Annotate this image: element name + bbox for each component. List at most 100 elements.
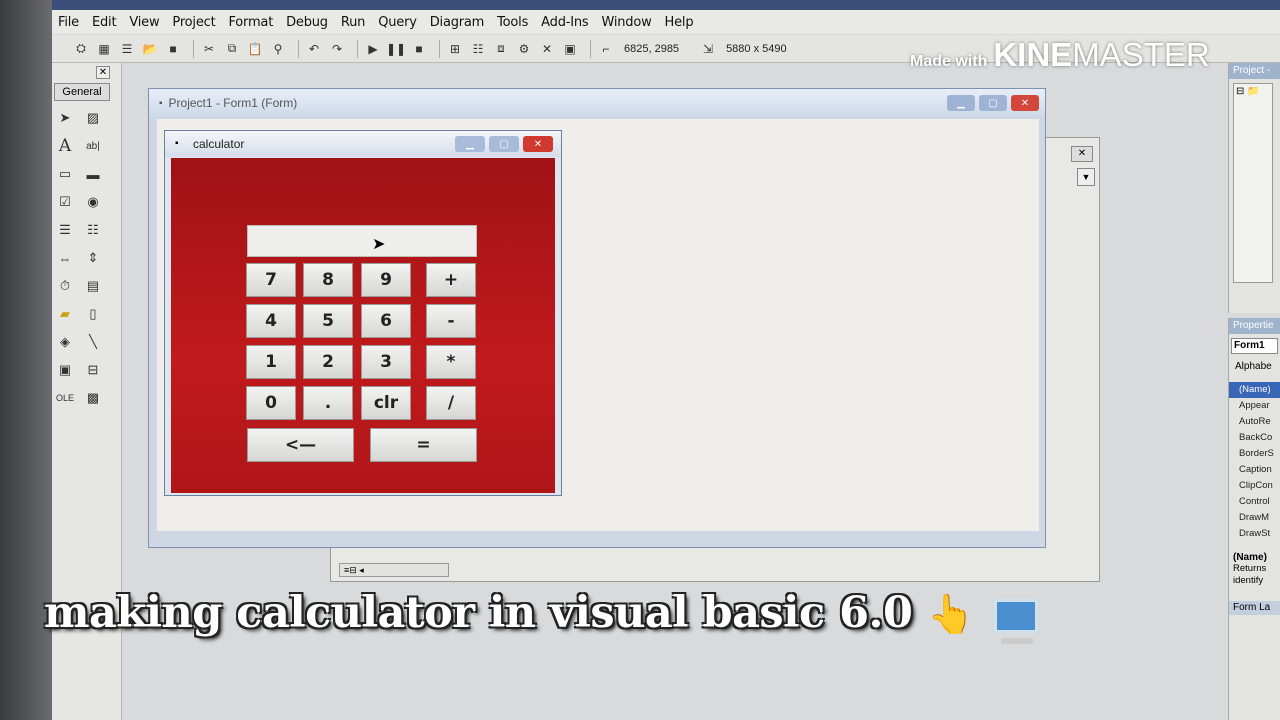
menu-project[interactable]: Project <box>172 15 215 30</box>
menu-query[interactable]: Query <box>378 15 417 30</box>
checkbox-tool-icon[interactable]: ☑ <box>54 191 76 213</box>
combobox-tool-icon[interactable]: ☰ <box>54 219 76 241</box>
add-form-icon[interactable]: ▦ <box>95 41 113 57</box>
object-selector[interactable]: Form1 <box>1231 338 1278 354</box>
form-layout-icon[interactable]: ⧈ <box>492 41 510 57</box>
filelistbox-tool-icon[interactable]: ▯ <box>82 303 104 325</box>
project-explorer-icon[interactable]: ⊞ <box>446 41 464 57</box>
property-row[interactable]: AutoRe <box>1229 414 1280 430</box>
label-tool-icon[interactable]: A <box>54 135 76 157</box>
menu-diagram[interactable]: Diagram <box>430 15 485 30</box>
alphabetic-tab[interactable]: Alphabe <box>1229 358 1280 376</box>
textbox-tool-icon[interactable]: ab| <box>82 135 104 157</box>
key-9[interactable]: 9 <box>361 263 411 297</box>
cut-icon[interactable]: ✂ <box>200 41 218 57</box>
key-1[interactable]: 1 <box>246 345 296 379</box>
key-7[interactable]: 7 <box>246 263 296 297</box>
ole-tool-icon[interactable]: OLE <box>54 387 76 409</box>
code-view-toggle-icon[interactable]: ≡⊟ ◂ <box>339 563 449 577</box>
custom-control-tool-icon[interactable]: ▩ <box>82 387 104 409</box>
key-2[interactable]: 2 <box>303 345 353 379</box>
calculator-display-textbox[interactable]: ➤ <box>247 225 477 257</box>
toolbox-icon[interactable]: ✕ <box>538 41 556 57</box>
key-multiply[interactable]: * <box>426 345 476 379</box>
menu-run[interactable]: Run <box>341 15 366 30</box>
menu-view[interactable]: View <box>129 15 159 30</box>
key-clear[interactable]: clr <box>361 386 411 420</box>
toolbox-general-tab[interactable]: General <box>54 83 110 101</box>
calc-maximize-button[interactable]: ▢ <box>489 136 519 152</box>
paste-icon[interactable]: 📋 <box>246 41 264 57</box>
watermark-brand-bold: KINE <box>993 36 1073 73</box>
toolbox-close-button[interactable]: ✕ <box>96 66 110 79</box>
undo-icon[interactable]: ↶ <box>305 41 323 57</box>
copy-icon[interactable]: ⧉ <box>223 41 241 57</box>
save-icon[interactable]: ■ <box>164 41 182 57</box>
dirlistbox-tool-icon[interactable]: ▰ <box>54 303 76 325</box>
calculator-form[interactable]: calculator ▪ ▁ ▢ ✕ ➤ 7 8 9 + 4 5 6 - 1 2… <box>164 130 562 496</box>
menu-add-ins[interactable]: Add-Ins <box>541 15 589 30</box>
close-button[interactable]: ✕ <box>1011 95 1039 111</box>
property-row[interactable]: DrawSt <box>1229 526 1280 542</box>
property-row[interactable]: DrawM <box>1229 510 1280 526</box>
project-tree[interactable]: ⊟ 📁 <box>1233 83 1273 283</box>
vscrollbar-tool-icon[interactable]: ⇕ <box>82 247 104 269</box>
property-row[interactable]: Control <box>1229 494 1280 510</box>
property-row[interactable]: ClipCon <box>1229 478 1280 494</box>
calc-minimize-button[interactable]: ▁ <box>455 136 485 152</box>
menu-debug[interactable]: Debug <box>286 15 328 30</box>
hscrollbar-tool-icon[interactable]: ⇔ <box>54 247 76 269</box>
maximize-button[interactable]: ▢ <box>979 95 1007 111</box>
start-icon[interactable]: ▶ <box>364 41 382 57</box>
key-plus[interactable]: + <box>426 263 476 297</box>
key-6[interactable]: 6 <box>361 304 411 338</box>
open-icon[interactable]: 📂 <box>141 41 159 57</box>
image-tool-icon[interactable]: ▣ <box>54 359 76 381</box>
data-view-icon[interactable]: ▣ <box>561 41 579 57</box>
shape-tool-icon[interactable]: ◈ <box>54 331 76 353</box>
key-decimal[interactable]: . <box>303 386 353 420</box>
timer-tool-icon[interactable]: ⏱ <box>54 275 76 297</box>
property-row[interactable]: BackCo <box>1229 430 1280 446</box>
property-row[interactable]: Caption <box>1229 462 1280 478</box>
dropdown-arrow-icon[interactable]: ▼ <box>1077 168 1095 186</box>
menu-window[interactable]: Window <box>601 15 651 30</box>
key-equals[interactable]: = <box>370 428 477 462</box>
frame-tool-icon[interactable]: ▭ <box>54 163 76 185</box>
key-divide[interactable]: / <box>426 386 476 420</box>
menu-help[interactable]: Help <box>665 15 694 30</box>
drivelistbox-tool-icon[interactable]: ▤ <box>82 275 104 297</box>
key-4[interactable]: 4 <box>246 304 296 338</box>
end-icon[interactable]: ■ <box>410 41 428 57</box>
key-3[interactable]: 3 <box>361 345 411 379</box>
property-row[interactable]: Appear <box>1229 398 1280 414</box>
menu-edit[interactable]: Edit <box>92 15 117 30</box>
minimize-button[interactable]: ▁ <box>947 95 975 111</box>
calc-close-button[interactable]: ✕ <box>523 136 553 152</box>
break-icon[interactable]: ❚❚ <box>386 41 406 57</box>
menu-tools[interactable]: Tools <box>497 15 528 30</box>
line-tool-icon[interactable]: ╲ <box>82 331 104 353</box>
key-0[interactable]: 0 <box>246 386 296 420</box>
property-row[interactable]: BorderS <box>1229 446 1280 462</box>
find-icon[interactable]: ⚲ <box>269 41 287 57</box>
picturebox-tool-icon[interactable]: ▨ <box>82 107 104 129</box>
data-tool-icon[interactable]: ⊟ <box>82 359 104 381</box>
listbox-tool-icon[interactable]: ☷ <box>82 219 104 241</box>
optionbutton-tool-icon[interactable]: ◉ <box>82 191 104 213</box>
menu-editor-icon[interactable]: ☰ <box>118 41 136 57</box>
add-project-icon[interactable]: ⛭ <box>72 41 90 57</box>
menu-format[interactable]: Format <box>228 15 273 30</box>
key-minus[interactable]: - <box>426 304 476 338</box>
menu-file[interactable]: File <box>58 15 79 30</box>
key-5[interactable]: 5 <box>303 304 353 338</box>
properties-window-icon[interactable]: ☷ <box>469 41 487 57</box>
commandbutton-tool-icon[interactable]: ▬ <box>82 163 104 185</box>
object-browser-icon[interactable]: ⚙ <box>515 41 533 57</box>
code-window-close-icon[interactable]: ✕ <box>1071 146 1093 162</box>
key-backspace[interactable]: <— <box>247 428 354 462</box>
property-row[interactable]: (Name) <box>1229 382 1280 398</box>
pointer-tool-icon[interactable]: ➤ <box>54 107 76 129</box>
redo-icon[interactable]: ↷ <box>328 41 346 57</box>
key-8[interactable]: 8 <box>303 263 353 297</box>
